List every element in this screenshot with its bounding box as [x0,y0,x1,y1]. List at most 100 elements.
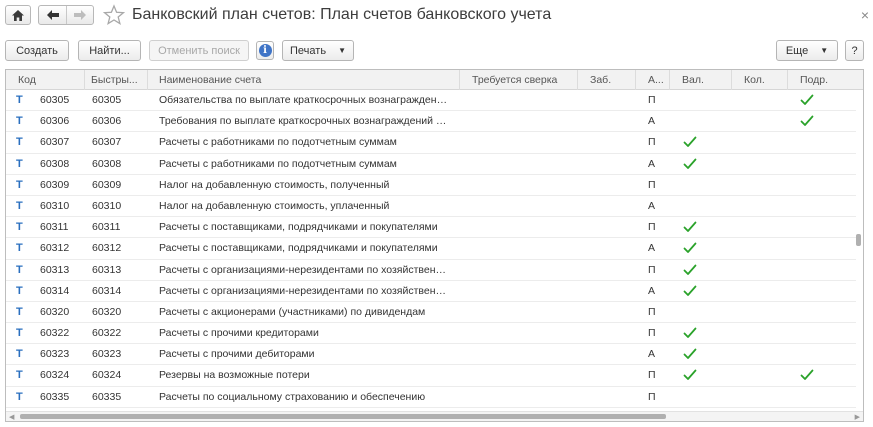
account-active-passive: П [648,390,656,403]
more-button[interactable]: Еще ▼ [776,40,838,61]
account-fast-select: 60309 [92,178,122,191]
account-name: Налог на добавленную стоимость, полученн… [159,178,390,191]
column-header-currency[interactable]: Вал. [670,70,732,90]
find-button[interactable]: Найти... [78,40,141,61]
vertical-scrollbar[interactable] [855,90,862,412]
checkmark-icon [683,158,697,169]
favorite-star-icon[interactable] [103,4,125,26]
home-button[interactable] [5,5,31,25]
horizontal-scroll-thumb[interactable] [20,414,666,419]
account-active-passive: А [648,157,656,170]
info-icon: i [258,44,272,57]
table-row[interactable]: Т 60320 60320 Расчеты с акционерами (участн… [6,302,856,324]
column-header-fast[interactable]: Быстры... [85,70,148,90]
column-header-subdivision[interactable]: Подр. [788,70,853,90]
account-fast-select: 60308 [92,157,122,170]
account-fast-select: 60307 [92,136,122,149]
account-type-icon: Т [16,348,23,361]
account-code: 60322 [40,327,70,340]
scroll-left-icon[interactable]: ◀ [9,413,14,421]
close-icon[interactable]: × [861,7,869,23]
table-row[interactable]: Т 60311 60311 Расчеты с поставщиками, подря… [6,217,856,239]
account-name: Налог на добавленную стоимость, уплаченн… [159,199,390,212]
account-fast-select: 60313 [92,263,122,276]
column-header-name[interactable]: Наименование счета [148,70,460,90]
back-button[interactable] [39,6,66,24]
account-fast-select: 60306 [92,115,122,128]
account-fast-select: 60320 [92,305,122,318]
checkmark-icon [800,370,814,381]
more-label: Еще [785,44,809,57]
account-code: 60313 [40,263,70,276]
account-fast-select: 60311 [92,221,121,234]
account-active-passive: А [648,115,656,128]
info-button[interactable]: i [256,41,274,60]
table-body: Т 60305 60305 Обязательства по выплате крат… [6,90,856,412]
account-code: 60314 [40,284,70,297]
table-row[interactable]: Т 60308 60308 Расчеты с работниками по подо… [6,154,856,175]
account-type-icon: Т [16,369,23,382]
checkmark-icon [683,348,697,360]
account-type-icon: Т [16,242,23,255]
account-active-passive: А [648,348,656,361]
account-code: 60309 [40,178,70,191]
account-active-passive: П [648,327,656,340]
home-icon [12,9,24,21]
table-row[interactable]: Т 60324 60324 Резервы на возможные потери П [6,365,856,387]
table-row[interactable]: Т 60307 60307 Расчеты с работниками по подо… [6,132,856,154]
account-code: 60320 [40,305,70,318]
table-row[interactable]: Т 60322 60322 Расчеты с прочими кредиторами… [6,323,856,345]
account-code: 60308 [40,157,70,170]
account-name: Расчеты с прочими дебиторами [159,348,315,361]
column-header-code[interactable]: Код [6,70,85,90]
account-fast-select: 60322 [92,327,122,340]
help-button[interactable]: ? [845,40,864,61]
table-row[interactable]: Т 60306 60306 Требования по выплате краткос… [6,111,856,133]
account-code: 60310 [40,199,70,212]
account-name: Расчеты с прочими кредиторами [159,327,319,340]
table-header: Код Быстры... Наименование счета Требует… [6,70,863,90]
table-row[interactable]: Т 60312 60312 Расчеты с поставщиками, подря… [6,238,856,260]
account-code: 60323 [40,348,70,361]
account-name: Расчеты с поставщиками, подрядчиками и п… [159,221,438,234]
account-code: 60311 [40,221,69,234]
account-name: Расчеты с работниками по подотчетным сум… [159,136,397,149]
table-row[interactable]: Т 60310 60310 Налог на добавленную стоимост… [6,196,856,218]
column-header-offbalance[interactable]: Заб. [578,70,636,90]
create-button[interactable]: Создать [5,40,69,61]
table-row[interactable]: Т 60305 60305 Обязательства по выплате крат… [6,90,856,112]
account-type-icon: Т [16,178,23,191]
account-type-icon: Т [16,157,23,170]
print-button[interactable]: Печать ▼ [282,40,354,61]
account-active-passive: П [648,94,656,106]
account-code: 60335 [40,390,70,403]
forward-button[interactable] [66,6,93,24]
account-name: Расчеты с организациями-нерезидентами по… [159,284,451,297]
account-type-icon: Т [16,199,23,212]
arrow-left-icon [46,10,59,20]
column-header-active-passive[interactable]: А... [636,70,670,90]
account-active-passive: П [648,305,656,318]
dropdown-caret-icon: ▼ [820,46,829,55]
scroll-right-icon[interactable]: ▶ [855,413,860,421]
account-type-icon: Т [16,263,23,276]
account-name: Резервы на возможные потери [159,369,310,382]
account-code: 60307 [40,136,70,149]
checkmark-icon [683,285,697,296]
column-header-quantity[interactable]: Кол. [732,70,788,90]
table-row[interactable]: Т 60323 60323 Расчеты с прочими дебиторами А [6,344,856,366]
page-title: Банковский план счетов: План счетов банк… [132,6,552,23]
table-row[interactable]: Т 60309 60309 Налог на добавленную стоимост… [6,175,856,196]
account-type-icon: Т [16,327,23,340]
cancel-search-button[interactable]: Отменить поиск [149,40,249,61]
table-row[interactable]: Т 60314 60314 Расчеты с организациями-нерез… [6,281,856,302]
account-name: Расчеты с организациями-нерезидентами по… [159,263,451,276]
horizontal-scrollbar[interactable]: ◀ ▶ [6,411,863,421]
table-row[interactable]: Т 60335 60335 Расчеты по социальному страхо… [6,387,856,408]
vertical-scroll-thumb[interactable] [856,234,861,246]
column-header-reconcile[interactable]: Требуется сверка [460,70,578,90]
table-row[interactable]: Т 60313 60313 Расчеты с организациями-нерез… [6,260,856,281]
account-code: 60306 [40,115,70,128]
account-code: 60312 [40,242,70,255]
account-fast-select: 60312 [92,242,122,255]
